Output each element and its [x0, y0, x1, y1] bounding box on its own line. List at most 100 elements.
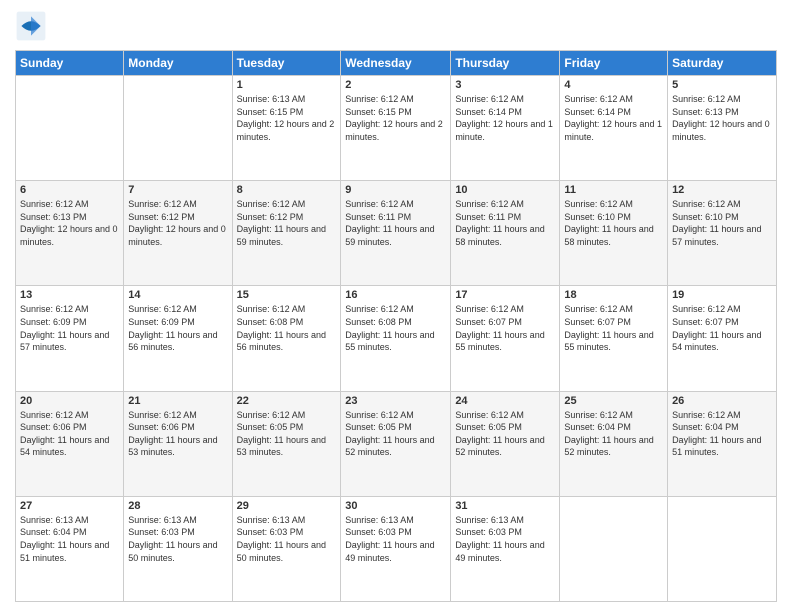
calendar-cell — [16, 76, 124, 181]
day-info: Sunrise: 6:12 AMSunset: 6:11 PMDaylight:… — [455, 198, 555, 248]
day-info: Sunrise: 6:12 AMSunset: 6:12 PMDaylight:… — [128, 198, 227, 248]
day-number: 13 — [20, 289, 119, 301]
weekday-header-wednesday: Wednesday — [341, 51, 451, 76]
day-number: 27 — [20, 500, 119, 512]
day-info: Sunrise: 6:12 AMSunset: 6:08 PMDaylight:… — [237, 303, 337, 353]
calendar-cell: 2Sunrise: 6:12 AMSunset: 6:15 PMDaylight… — [341, 76, 451, 181]
weekday-header-friday: Friday — [560, 51, 668, 76]
calendar-cell: 8 Sunrise: 6:12 AMSunset: 6:12 PMDaylight… — [232, 181, 341, 286]
calendar-cell: 18 Sunrise: 6:12 AMSunset: 6:07 PMDayligh… — [560, 286, 668, 391]
header — [15, 10, 777, 42]
calendar-cell: 28Sunrise: 6:13 AMSunset: 6:03 PMDayligh… — [124, 496, 232, 601]
day-number: 25 — [564, 395, 663, 407]
logo — [15, 10, 51, 42]
day-number: 29 — [237, 500, 337, 512]
day-info: Sunrise: 6:12 AMSunset: 6:07 PMDaylight:… — [564, 303, 663, 353]
day-info: Sunrise: 6:12 AMSunset: 6:07 PMDaylight:… — [455, 303, 555, 353]
calendar-cell: 7 Sunrise: 6:12 AMSunset: 6:12 PMDaylight… — [124, 181, 232, 286]
day-info: Sunrise: 6:12 AMSunset: 6:05 PMDaylight:… — [237, 409, 337, 459]
day-number: 19 — [672, 289, 772, 301]
week-row-2: 13 Sunrise: 6:12 AMSunset: 6:09 PMDayligh… — [16, 286, 777, 391]
day-info: Sunrise: 6:13 AMSunset: 6:03 PMDaylight:… — [345, 514, 446, 564]
day-number: 2 — [345, 79, 446, 91]
day-info: Sunrise: 6:12 AMSunset: 6:11 PMDaylight:… — [345, 198, 446, 248]
day-number: 9 — [345, 184, 446, 196]
day-number: 8 — [237, 184, 337, 196]
day-info: Sunrise: 6:12 AMSunset: 6:14 PMDaylight:… — [455, 93, 555, 143]
calendar-cell: 27 Sunrise: 6:13 AMSunset: 6:04 PMDayligh… — [16, 496, 124, 601]
day-info: Sunrise: 6:13 AMSunset: 6:04 PMDaylight:… — [20, 514, 119, 564]
day-number: 16 — [345, 289, 446, 301]
day-info: Sunrise: 6:12 AMSunset: 6:04 PMDaylight:… — [564, 409, 663, 459]
day-number: 7 — [128, 184, 227, 196]
day-number: 4 — [564, 79, 663, 91]
week-row-0: 1Sunrise: 6:13 AMSunset: 6:15 PMDaylight… — [16, 76, 777, 181]
day-info: Sunrise: 6:13 AMSunset: 6:03 PMDaylight:… — [128, 514, 227, 564]
weekday-header-sunday: Sunday — [16, 51, 124, 76]
day-info: Sunrise: 6:12 AMSunset: 6:04 PMDaylight:… — [672, 409, 772, 459]
calendar-cell: 31 Sunrise: 6:13 AMSunset: 6:03 PMDayligh… — [451, 496, 560, 601]
calendar-cell: 3 Sunrise: 6:12 AMSunset: 6:14 PMDaylight… — [451, 76, 560, 181]
day-number: 6 — [20, 184, 119, 196]
weekday-header-thursday: Thursday — [451, 51, 560, 76]
day-number: 5 — [672, 79, 772, 91]
calendar-cell: 19 Sunrise: 6:12 AMSunset: 6:07 PMDayligh… — [668, 286, 777, 391]
calendar-cell: 21 Sunrise: 6:12 AMSunset: 6:06 PMDayligh… — [124, 391, 232, 496]
day-info: Sunrise: 6:12 AMSunset: 6:06 PMDaylight:… — [20, 409, 119, 459]
day-number: 20 — [20, 395, 119, 407]
weekday-header-monday: Monday — [124, 51, 232, 76]
calendar-table: SundayMondayTuesdayWednesdayThursdayFrid… — [15, 50, 777, 602]
day-info: Sunrise: 6:12 AMSunset: 6:13 PMDaylight:… — [20, 198, 119, 248]
day-number: 14 — [128, 289, 227, 301]
calendar-cell: 24 Sunrise: 6:12 AMSunset: 6:05 PMDayligh… — [451, 391, 560, 496]
calendar-cell — [124, 76, 232, 181]
weekday-header-saturday: Saturday — [668, 51, 777, 76]
calendar-cell: 25 Sunrise: 6:12 AMSunset: 6:04 PMDayligh… — [560, 391, 668, 496]
calendar-cell — [560, 496, 668, 601]
day-number: 1 — [237, 79, 337, 91]
calendar-cell: 16 Sunrise: 6:12 AMSunset: 6:08 PMDayligh… — [341, 286, 451, 391]
day-number: 26 — [672, 395, 772, 407]
day-info: Sunrise: 6:12 AMSunset: 6:05 PMDaylight:… — [455, 409, 555, 459]
day-number: 11 — [564, 184, 663, 196]
logo-icon — [15, 10, 47, 42]
day-number: 10 — [455, 184, 555, 196]
day-info: Sunrise: 6:12 AMSunset: 6:13 PMDaylight:… — [672, 93, 772, 143]
week-row-1: 6 Sunrise: 6:12 AMSunset: 6:13 PMDaylight… — [16, 181, 777, 286]
day-info: Sunrise: 6:12 AMSunset: 6:05 PMDaylight:… — [345, 409, 446, 459]
day-info: Sunrise: 6:12 AMSunset: 6:09 PMDaylight:… — [128, 303, 227, 353]
day-number: 24 — [455, 395, 555, 407]
day-number: 31 — [455, 500, 555, 512]
day-info: Sunrise: 6:13 AMSunset: 6:03 PMDaylight:… — [237, 514, 337, 564]
calendar-cell: 5 Sunrise: 6:12 AMSunset: 6:13 PMDaylight… — [668, 76, 777, 181]
calendar-cell: 1Sunrise: 6:13 AMSunset: 6:15 PMDaylight… — [232, 76, 341, 181]
calendar-cell: 4 Sunrise: 6:12 AMSunset: 6:14 PMDaylight… — [560, 76, 668, 181]
calendar-cell: 17 Sunrise: 6:12 AMSunset: 6:07 PMDayligh… — [451, 286, 560, 391]
calendar-cell: 30 Sunrise: 6:13 AMSunset: 6:03 PMDayligh… — [341, 496, 451, 601]
day-info: Sunrise: 6:12 AMSunset: 6:08 PMDaylight:… — [345, 303, 446, 353]
weekday-header-tuesday: Tuesday — [232, 51, 341, 76]
day-number: 3 — [455, 79, 555, 91]
day-number: 17 — [455, 289, 555, 301]
day-number: 18 — [564, 289, 663, 301]
day-info: Sunrise: 6:12 AMSunset: 6:14 PMDaylight:… — [564, 93, 663, 143]
day-info: Sunrise: 6:12 AMSunset: 6:06 PMDaylight:… — [128, 409, 227, 459]
day-info: Sunrise: 6:12 AMSunset: 6:07 PMDaylight:… — [672, 303, 772, 353]
calendar-cell: 22Sunrise: 6:12 AMSunset: 6:05 PMDayligh… — [232, 391, 341, 496]
calendar-cell: 23 Sunrise: 6:12 AMSunset: 6:05 PMDayligh… — [341, 391, 451, 496]
day-number: 15 — [237, 289, 337, 301]
week-row-4: 27 Sunrise: 6:13 AMSunset: 6:04 PMDayligh… — [16, 496, 777, 601]
day-info: Sunrise: 6:12 AMSunset: 6:12 PMDaylight:… — [237, 198, 337, 248]
calendar-cell: 14 Sunrise: 6:12 AMSunset: 6:09 PMDayligh… — [124, 286, 232, 391]
calendar-cell — [668, 496, 777, 601]
calendar-cell: 26 Sunrise: 6:12 AMSunset: 6:04 PMDayligh… — [668, 391, 777, 496]
day-info: Sunrise: 6:12 AMSunset: 6:09 PMDaylight:… — [20, 303, 119, 353]
calendar-cell: 6 Sunrise: 6:12 AMSunset: 6:13 PMDaylight… — [16, 181, 124, 286]
day-number: 30 — [345, 500, 446, 512]
calendar-cell: 29 Sunrise: 6:13 AMSunset: 6:03 PMDayligh… — [232, 496, 341, 601]
calendar-cell: 9 Sunrise: 6:12 AMSunset: 6:11 PMDaylight… — [341, 181, 451, 286]
day-info: Sunrise: 6:13 AMSunset: 6:03 PMDaylight:… — [455, 514, 555, 564]
day-number: 21 — [128, 395, 227, 407]
day-number: 23 — [345, 395, 446, 407]
day-info: Sunrise: 6:12 AMSunset: 6:10 PMDaylight:… — [564, 198, 663, 248]
